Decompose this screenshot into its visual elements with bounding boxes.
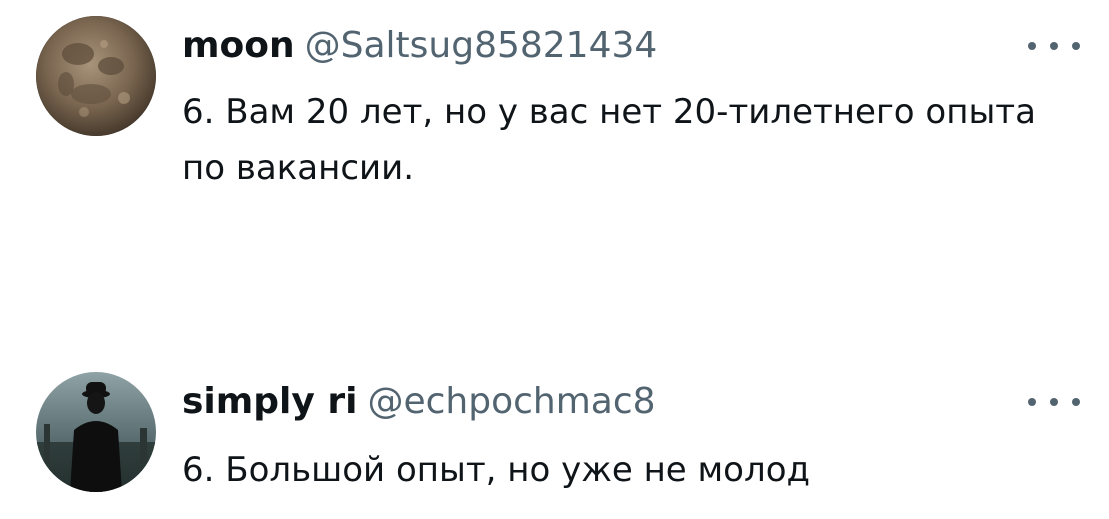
moon-avatar-image [36,16,156,136]
avatar[interactable] [36,16,156,136]
tweet[interactable]: simply ri @echpochmac8 6. Большой опыт, н… [0,300,1109,519]
user-handle[interactable]: @echpochmac8 [367,381,655,422]
tweet-text: 6. Вам 20 лет, но у вас нет 20-тилетнего… [182,92,1036,188]
tweet-header: simply ri @echpochmac8 [182,380,656,424]
tweet-text: 6. Большой опыт, но уже не молод [182,450,811,490]
more-horizontal-icon[interactable] [1028,392,1080,412]
tweet[interactable]: moon @Saltsug85821434 6. Вам 20 лет, но у… [0,0,1109,300]
more-horizontal-icon[interactable] [1028,36,1080,56]
display-name[interactable]: moon [182,25,295,66]
user-handle[interactable]: @Saltsug85821434 [305,25,658,66]
tweet-header: moon @Saltsug85821434 [182,24,657,68]
avatar[interactable] [36,372,156,492]
silhouette-avatar-image [36,372,156,492]
display-name[interactable]: simply ri [182,381,357,422]
